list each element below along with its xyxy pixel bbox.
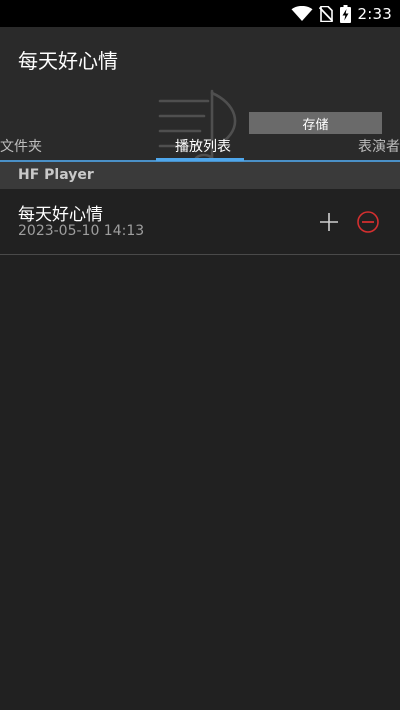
playlist-item[interactable]: 每天好心情 2023-05-10 14:13 [0,189,400,254]
playlist-item-date: 2023-05-10 14:13 [18,223,145,239]
status-clock: 2:33 [357,4,392,23]
storage-button[interactable]: 存储 [249,112,382,134]
tab-selected-indicator [156,158,244,161]
remove-icon[interactable] [356,210,380,238]
tab-playlist[interactable]: 播放列表 [175,136,231,156]
no-sim-icon [318,5,333,22]
app-title: 每天好心情 [18,49,118,73]
playlist-item-title: 每天好心情 [18,205,103,225]
playlist-section-header: HF Player [0,162,400,189]
wifi-icon [291,5,313,22]
battery-charging-icon [339,4,351,23]
row-divider [0,254,400,255]
status-bar: 2:33 [0,0,400,27]
tab-folders[interactable]: 文件夹 [0,136,42,156]
status-icons: 2:33 [291,0,392,27]
add-icon[interactable] [318,211,340,237]
tab-artists[interactable]: 表演者 [358,136,400,156]
section-header-label: HF Player [18,167,94,183]
